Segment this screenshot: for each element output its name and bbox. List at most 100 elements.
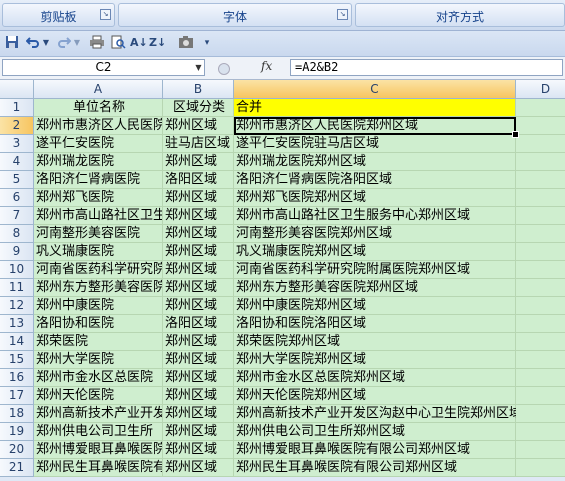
cell-c[interactable]: 河南整形美容医院郑州区域 (234, 225, 516, 243)
sort-asc-icon[interactable]: A↓ (130, 35, 148, 51)
cell-d[interactable] (516, 225, 565, 243)
cell-c[interactable]: 郑荣医院郑州区域 (234, 333, 516, 351)
row-header[interactable]: 13 (0, 315, 34, 333)
ribbon-group-alignment[interactable]: 对齐方式 (355, 3, 565, 27)
row-header[interactable]: 9 (0, 243, 34, 261)
cell-a[interactable]: 遂平仁安医院 (34, 135, 163, 153)
cell-a[interactable]: 巩义瑞康医院 (34, 243, 163, 261)
cell-b[interactable]: 郑州区域 (163, 261, 234, 279)
cell-b[interactable]: 郑州区域 (163, 153, 234, 171)
cell-c[interactable]: 郑州大学医院郑州区域 (234, 351, 516, 369)
formula-input[interactable]: =A2&B2 (290, 59, 563, 76)
name-box-dropdown-icon[interactable]: ▼ (193, 60, 204, 75)
cell-b[interactable]: 郑州区域 (163, 189, 234, 207)
cell-b[interactable]: 洛阳区域 (163, 171, 234, 189)
cell-a[interactable]: 郑州民生耳鼻喉医院有限公司 (34, 459, 163, 477)
row-header[interactable]: 15 (0, 351, 34, 369)
cell-c[interactable]: 郑州中康医院郑州区域 (234, 297, 516, 315)
cell-d[interactable] (516, 153, 565, 171)
redo-dropdown-icon[interactable]: ▼ (73, 35, 81, 51)
cell-b[interactable]: 郑州区域 (163, 351, 234, 369)
row-header[interactable]: 7 (0, 207, 34, 225)
cell-b[interactable]: 郑州区域 (163, 405, 234, 423)
header-cell-c[interactable]: 合并 (234, 99, 516, 117)
cell-c[interactable]: 郑州市惠济区人民医院郑州区域 (234, 117, 516, 135)
cell-b[interactable]: 郑州区域 (163, 387, 234, 405)
ribbon-group-font[interactable]: 字体 ↘ (118, 3, 352, 27)
redo-icon[interactable] (56, 35, 72, 51)
cell-d[interactable] (516, 459, 565, 477)
cell-c[interactable]: 郑州瑞龙医院郑州区域 (234, 153, 516, 171)
cell-a[interactable]: 郑州市高山路社区卫生服务中心 (34, 207, 163, 225)
customize-qat-icon[interactable]: ▾ (202, 35, 212, 51)
cell-b[interactable]: 郑州区域 (163, 333, 234, 351)
row-header[interactable]: 17 (0, 387, 34, 405)
cell-c[interactable]: 郑州天伦医院郑州区域 (234, 387, 516, 405)
cell-c[interactable]: 郑州高新技术产业开发区沟赵中心卫生院郑州区域 (234, 405, 522, 423)
cell-c[interactable]: 巩义瑞康医院郑州区域 (234, 243, 516, 261)
column-header-a[interactable]: A (34, 80, 163, 99)
cell-a[interactable]: 郑州高新技术产业开发区沟赵中心卫生院 (34, 405, 163, 423)
cell-a[interactable]: 郑州东方整形美容医院 (34, 279, 163, 297)
cell-c[interactable]: 郑州市金水区总医院郑州区域 (234, 369, 516, 387)
cell-d[interactable] (516, 135, 565, 153)
cell-c[interactable]: 郑州市高山路社区卫生服务中心郑州区域 (234, 207, 516, 225)
name-box[interactable]: C2 (2, 59, 205, 76)
cell-b[interactable]: 洛阳区域 (163, 315, 234, 333)
header-cell-b[interactable]: 区域分类 (163, 99, 234, 117)
cell-a[interactable]: 郑州市金水区总医院 (34, 369, 163, 387)
cell-c[interactable]: 郑州东方整形美容医院郑州区域 (234, 279, 516, 297)
cell-a[interactable]: 洛阳协和医院 (34, 315, 163, 333)
save-icon[interactable] (4, 35, 20, 51)
cell-b[interactable]: 郑州区域 (163, 207, 234, 225)
select-all-corner[interactable] (0, 80, 34, 99)
cell-d[interactable] (516, 351, 565, 369)
row-header[interactable]: 18 (0, 405, 34, 423)
row-header[interactable]: 21 (0, 459, 34, 477)
cell-d[interactable] (516, 369, 565, 387)
print-icon[interactable] (89, 35, 105, 51)
cell-b[interactable]: 郑州区域 (163, 279, 234, 297)
fill-handle[interactable] (512, 131, 519, 138)
cell-d[interactable] (516, 207, 565, 225)
cell-b[interactable]: 郑州区域 (163, 459, 234, 477)
cell-d[interactable] (516, 315, 565, 333)
ribbon-group-clipboard[interactable]: 剪贴板 ↘ (2, 3, 115, 27)
cell-a[interactable]: 郑州郑飞医院 (34, 189, 163, 207)
row-header[interactable]: 4 (0, 153, 34, 171)
cell-d[interactable] (516, 297, 565, 315)
sort-desc-icon[interactable]: Z↓ (149, 35, 166, 51)
insert-function-icon[interactable]: fx (261, 59, 272, 73)
row-header[interactable]: 20 (0, 441, 34, 459)
dialog-launcher-icon[interactable]: ↘ (100, 9, 111, 20)
cell-a[interactable]: 郑州博爱眼耳鼻喉医院有限公司 (34, 441, 163, 459)
row-header[interactable]: 16 (0, 369, 34, 387)
column-header-c[interactable]: C (234, 80, 516, 99)
cell-b[interactable]: 郑州区域 (163, 225, 234, 243)
cell-b[interactable]: 郑州区域 (163, 243, 234, 261)
row-header[interactable]: 2 (0, 117, 34, 135)
cell-d[interactable] (516, 423, 565, 441)
cell-d[interactable] (516, 279, 565, 297)
column-header-d[interactable]: D (516, 80, 565, 99)
cell-d[interactable] (516, 441, 565, 459)
cell-a[interactable]: 郑州供电公司卫生所 (34, 423, 163, 441)
cell-c[interactable]: 河南省医药科学研究院附属医院郑州区域 (234, 261, 516, 279)
cell-d[interactable] (516, 117, 565, 135)
row-header[interactable]: 1 (0, 99, 34, 117)
row-header[interactable]: 12 (0, 297, 34, 315)
cell-a[interactable]: 河南整形美容医院 (34, 225, 163, 243)
row-header[interactable]: 10 (0, 261, 34, 279)
cell-b[interactable]: 郑州区域 (163, 441, 234, 459)
cell-b[interactable]: 郑州区域 (163, 369, 234, 387)
camera-icon[interactable] (178, 35, 194, 51)
undo-icon[interactable] (25, 35, 41, 51)
cell-c[interactable]: 遂平仁安医院驻马店区域 (234, 135, 516, 153)
cell-c[interactable]: 洛阳协和医院洛阳区域 (234, 315, 516, 333)
cell-b[interactable]: 郑州区域 (163, 117, 234, 135)
header-cell-a[interactable]: 单位名称 (34, 99, 163, 117)
cell-a[interactable]: 郑州大学医院 (34, 351, 163, 369)
row-header[interactable]: 3 (0, 135, 34, 153)
header-cell-d[interactable] (516, 99, 565, 117)
cell-a[interactable]: 郑州市惠济区人民医院 (34, 117, 163, 135)
